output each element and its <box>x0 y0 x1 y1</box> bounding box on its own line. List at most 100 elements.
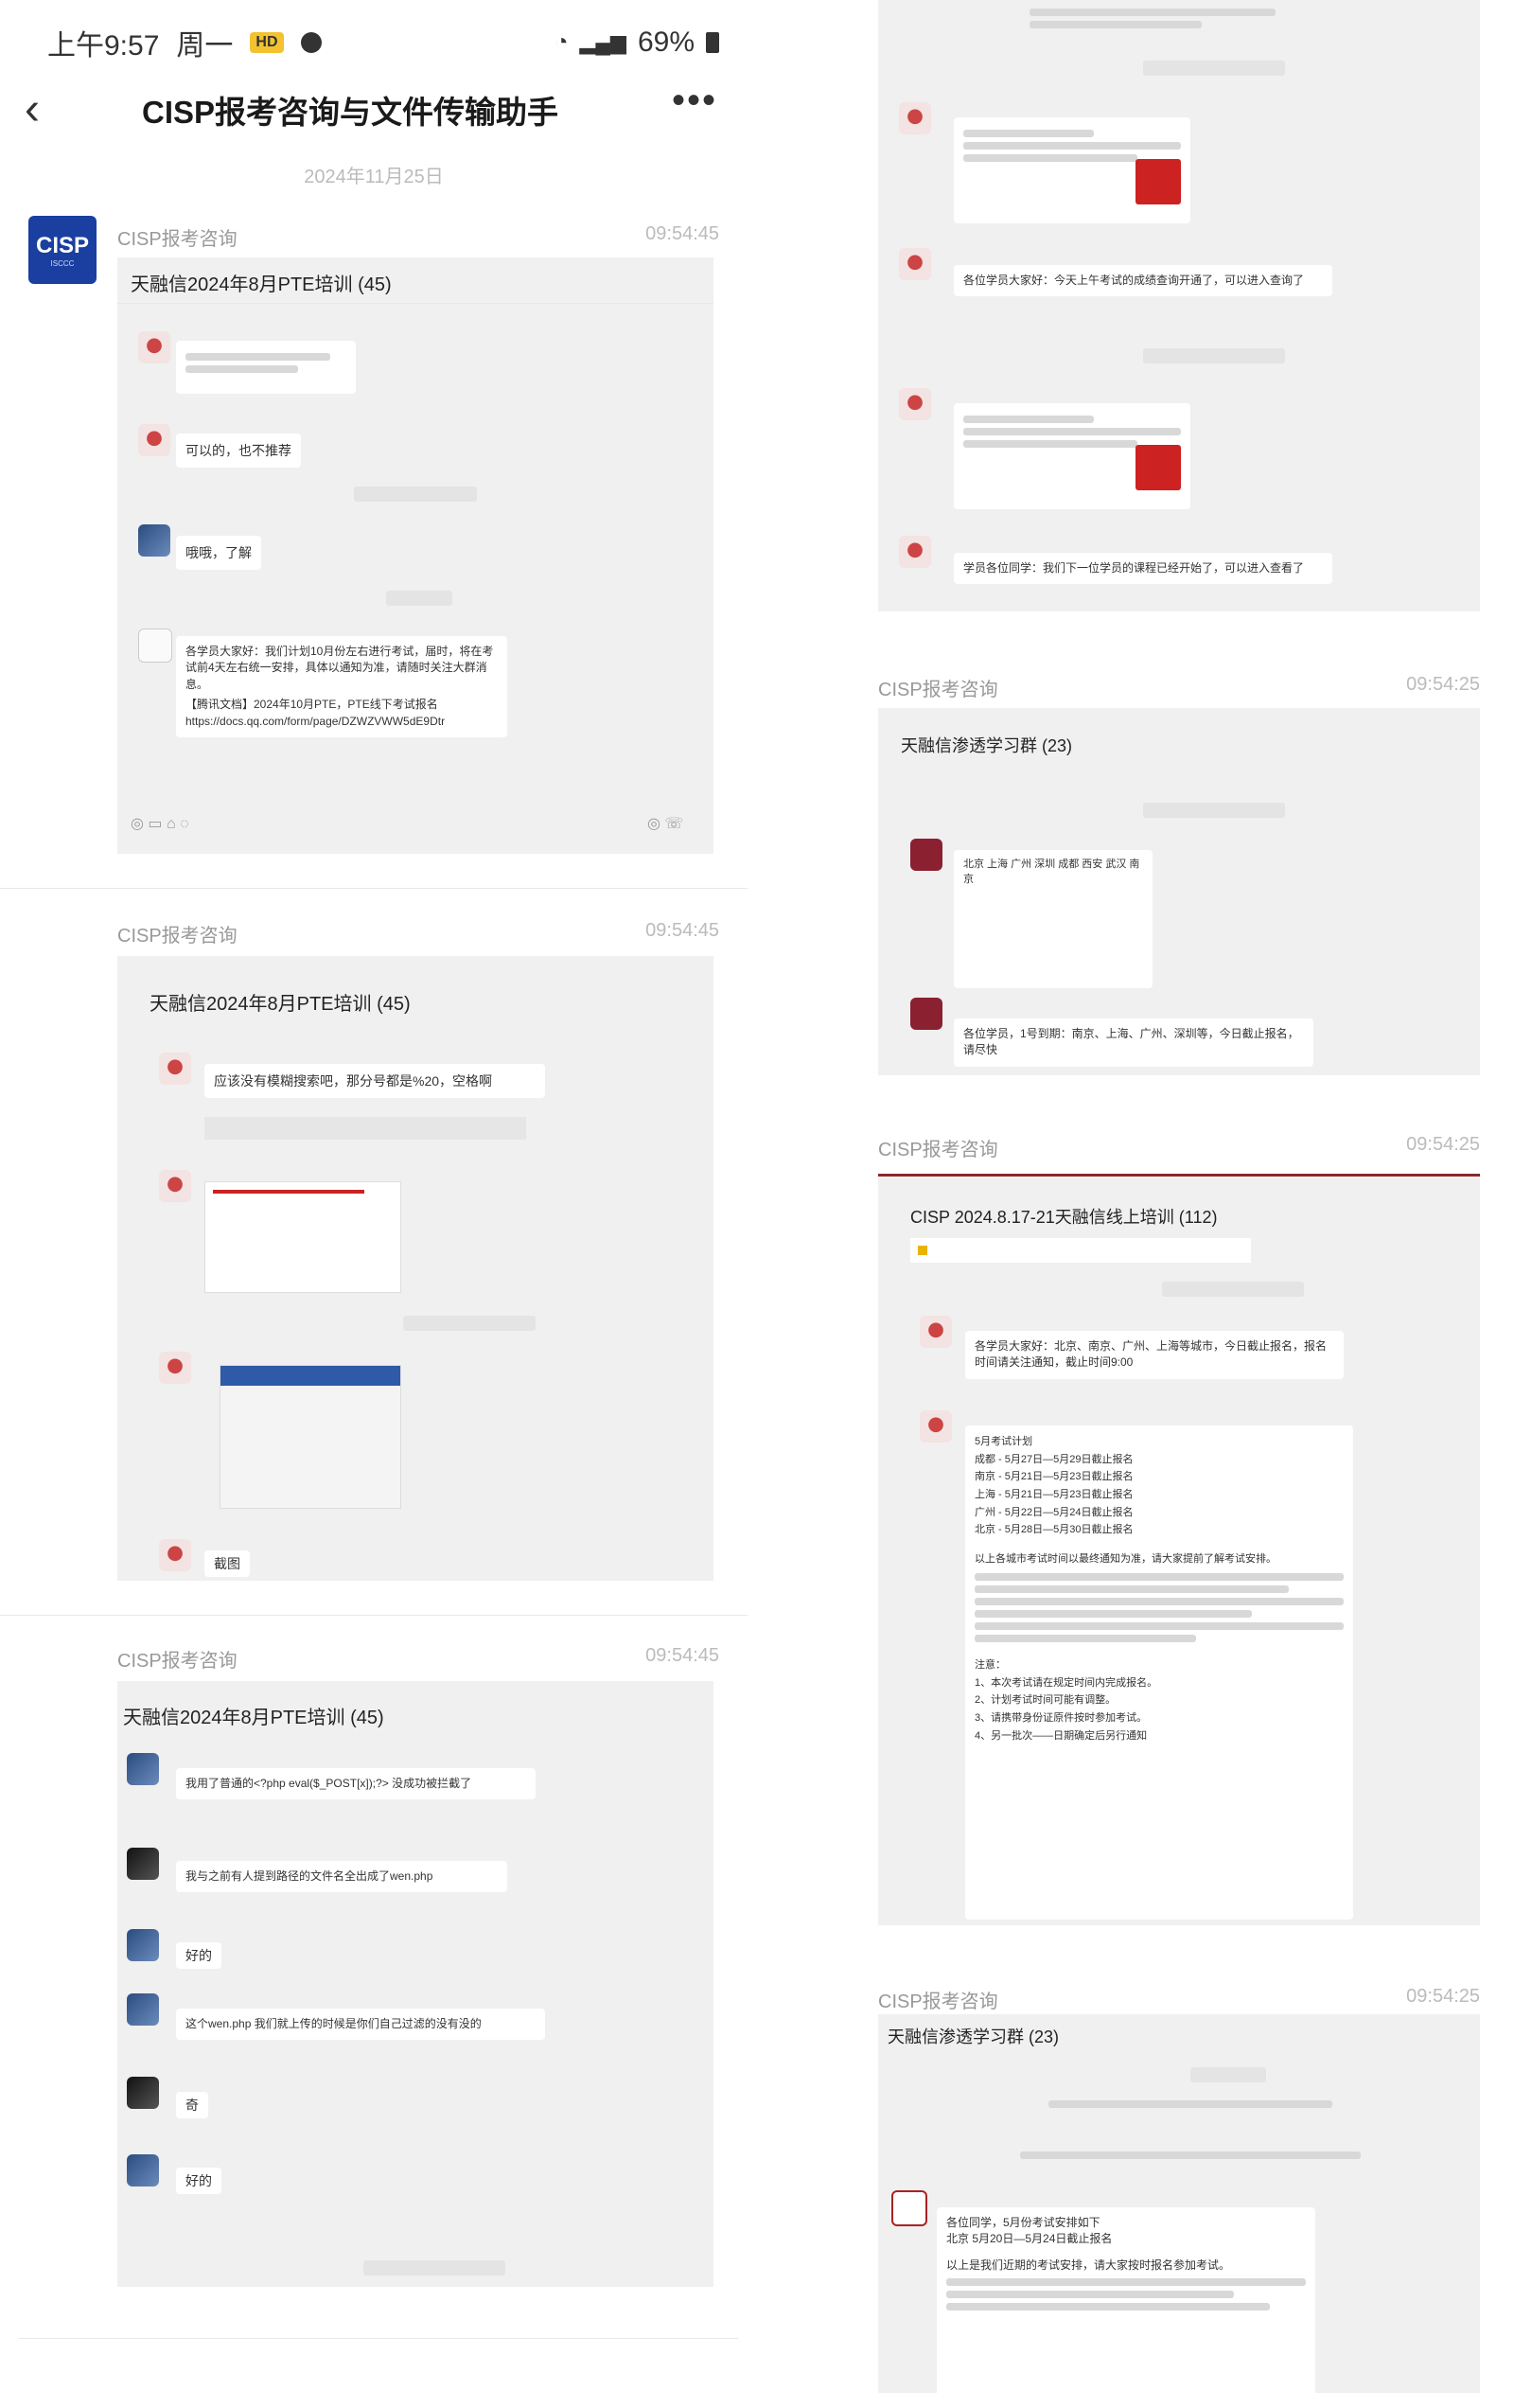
avatar <box>159 1352 191 1384</box>
forwarded-chat-card[interactable]: 各位学员大家好：今天上午考试的成绩查询开通了，可以进入查询了 学员各位同学：我们… <box>878 0 1480 611</box>
card-title: 天融信2024年8月PTE培训 (45) <box>150 994 411 1015</box>
message-bubble: 各位同学，5月份考试安排如下 北京 5月20日—5月24日截止报名 以上是我们近… <box>937 2207 1315 2408</box>
status-day: 周一 <box>176 30 234 62</box>
avatar <box>910 839 942 871</box>
message-time: 09:54:45 <box>645 223 719 244</box>
card-title: CISP 2024.8.17-21天融信线上培训 (112) <box>910 1208 1218 1227</box>
system-notice <box>1030 4 1276 33</box>
forwarded-chat-card[interactable]: CISP 2024.8.17-21天融信线上培训 (112) 各学员大家好：北京… <box>878 1177 1480 1925</box>
avatar <box>899 102 931 134</box>
timestamp <box>386 591 452 606</box>
avatar <box>127 1993 159 2026</box>
avatar <box>127 2077 159 2109</box>
message-bubble: 各位学员，1号到期：南京、上海、广州、深圳等，今日截止报名，请尽快 <box>954 1018 1313 1067</box>
avatar <box>138 629 172 663</box>
timestamp <box>363 2260 505 2275</box>
message-line: 上海 - 5月21日—5月23日截止报名 <box>975 1489 1134 1501</box>
timestamp <box>1190 2067 1266 2082</box>
message-link[interactable]: 【腾讯文档】2024年10月PTE，PTE线下考试报名 https://docs… <box>185 697 498 730</box>
status-time: 上午9:57 <box>47 30 160 62</box>
message-time: 09:54:25 <box>1406 1134 1480 1155</box>
forwarded-chat-card[interactable]: 天融信2024年8月PTE培训 (45) 应该没有模糊搜索吧，那分号都是%20，… <box>117 956 713 1581</box>
avatar[interactable]: CISP ISCCC <box>28 216 97 284</box>
avatar <box>159 1170 191 1202</box>
card-title: 天融信渗透学习群 (23) <box>888 2027 1060 2046</box>
forwarded-chat-card[interactable]: 天融信渗透学习群 (23) 北京 上海 广州 深圳 成都 西安 武汉 南京 各位… <box>878 708 1480 1075</box>
image-thumbnail[interactable] <box>220 1365 401 1509</box>
sender-name: CISP报考咨询 <box>878 680 998 700</box>
message-time: 09:54:25 <box>1406 1986 1480 2007</box>
avatar <box>127 1929 159 1961</box>
message-time: 09:54:45 <box>645 920 719 941</box>
status-right: ◔ ▂▄▆ 69% <box>483 21 719 64</box>
card-title: 天融信渗透学习群 (23) <box>901 736 1073 755</box>
more-icon[interactable]: ••• <box>672 80 717 122</box>
timestamp <box>403 1316 536 1331</box>
message-bubble: 北京 上海 广州 深圳 成都 西安 武汉 南京 <box>954 850 1153 988</box>
forwarded-chat-card[interactable]: 天融信2024年8月PTE培训 (45) 我用了普通的<?php eval($_… <box>117 1681 713 2287</box>
message-line: 成都 - 5月27日—5月29日截止报名 <box>975 1453 1134 1465</box>
card-accent <box>878 1174 1480 1177</box>
message-bubble <box>176 341 356 394</box>
message-bubble: 我与之前有人提到路径的文件名全出成了wen.php <box>176 1861 507 1893</box>
avatar <box>891 2190 927 2226</box>
avatar <box>899 388 931 420</box>
battery-level: 69% <box>637 27 695 58</box>
message-line: 3、请携带身份证原件按时参加考试。 <box>975 1711 1148 1724</box>
avatar <box>920 1316 952 1348</box>
message-bubble: 这个wen.php 我们就上传的时候是你们自己过滤的没有没的 <box>176 2009 545 2041</box>
message-line: 2、计划考试时间可能有调整。 <box>975 1694 1117 1707</box>
avatar <box>920 1410 952 1443</box>
forwarded-chat-card[interactable]: 天融信2024年8月PTE培训 (45) 可以的，也不推荐 哦哦，了解 各学员大… <box>117 257 713 854</box>
message-icon <box>300 32 322 53</box>
avatar <box>159 1053 191 1085</box>
message-bubble: 好的 <box>176 1942 221 1970</box>
message-line: 广州 - 5月22日—5月24日截止报名 <box>975 1506 1134 1518</box>
message-line: 北京 5月20日—5月24日截止报名 <box>946 2232 1113 2246</box>
message-bubble: 截图 <box>204 1550 250 1578</box>
message-bubble: 可以的，也不推荐 <box>176 434 301 469</box>
message-line: 以上是我们近期的考试安排，请大家按时报名参加考试。 <box>946 2258 1231 2272</box>
avatar-subtext: ISCCC <box>50 258 75 268</box>
signal-icon: ▂▄▆ <box>579 30 626 54</box>
avatar <box>127 1848 159 1880</box>
file-card[interactable] <box>954 117 1190 223</box>
image-thumbnail[interactable] <box>204 1181 401 1293</box>
avatar <box>910 998 942 1030</box>
back-icon[interactable]: ‹ <box>25 83 40 135</box>
message-line: 各位同学，5月份考试安排如下 <box>946 2216 1100 2229</box>
message-line: 5月考试计划 <box>975 1436 1033 1447</box>
sender-name: CISP报考咨询 <box>878 1140 998 1160</box>
system-notice <box>1020 2147 1361 2164</box>
forwarded-chat-card[interactable]: 天融信渗透学习群 (23) 各位同学，5月份考试安排如下 北京 5月20日—5月… <box>878 2014 1480 2408</box>
timestamp <box>1143 61 1285 76</box>
message-time: 09:54:25 <box>1406 674 1480 695</box>
message-line: 1、本次考试请在规定时间内完成报名。 <box>975 1676 1158 1689</box>
avatar <box>159 1539 191 1571</box>
avatar <box>138 331 170 363</box>
message-bubble: 好的 <box>176 2168 221 2195</box>
message-bubble: 5月考试计划 成都 - 5月27日—5月29日截止报名 南京 - 5月21日—5… <box>965 1425 1353 1920</box>
quote-bar <box>204 1117 526 1140</box>
message-bubble: 奇 <box>176 2092 208 2119</box>
avatar <box>127 1753 159 1785</box>
message-bubble: 学员各位同学：我们下一位学员的课程已经开始了，可以进入查看了 <box>954 553 1332 585</box>
divider <box>0 888 748 889</box>
message-bubble: 应该没有模糊搜索吧，那分号都是%20，空格啊 <box>204 1064 545 1099</box>
system-notice <box>1048 2096 1332 2113</box>
pinned-notice <box>910 1238 1251 1263</box>
toolbar-icons: ◎ ▭ ⌂ ◌ <box>131 816 189 832</box>
avatar <box>899 248 931 280</box>
date-divider: 2024年11月25日 <box>304 167 444 187</box>
message-line: 以上各城市考试时间以最终通知为准，请大家提前了解考试安排。 <box>975 1553 1276 1566</box>
sender-name: CISP报考咨询 <box>117 1651 238 1672</box>
card-title: 天融信2024年8月PTE培训 (45) <box>123 1708 384 1728</box>
file-card[interactable] <box>954 403 1190 509</box>
avatar-text: CISP <box>35 232 89 258</box>
message-time: 09:54:45 <box>645 1645 719 1666</box>
avatar <box>127 2154 159 2187</box>
divider <box>117 303 713 304</box>
message-bubble: 各学员大家好：我们计划10月份左右进行考试，届时，将在考试前4天左右统一安排，具… <box>176 636 507 737</box>
card-title: 天融信2024年8月PTE培训 (45) <box>131 274 392 295</box>
message-bubble: 各学员大家好：北京、南京、广州、上海等城市，今日截止报名，报名时间请关注通知，截… <box>965 1331 1344 1379</box>
